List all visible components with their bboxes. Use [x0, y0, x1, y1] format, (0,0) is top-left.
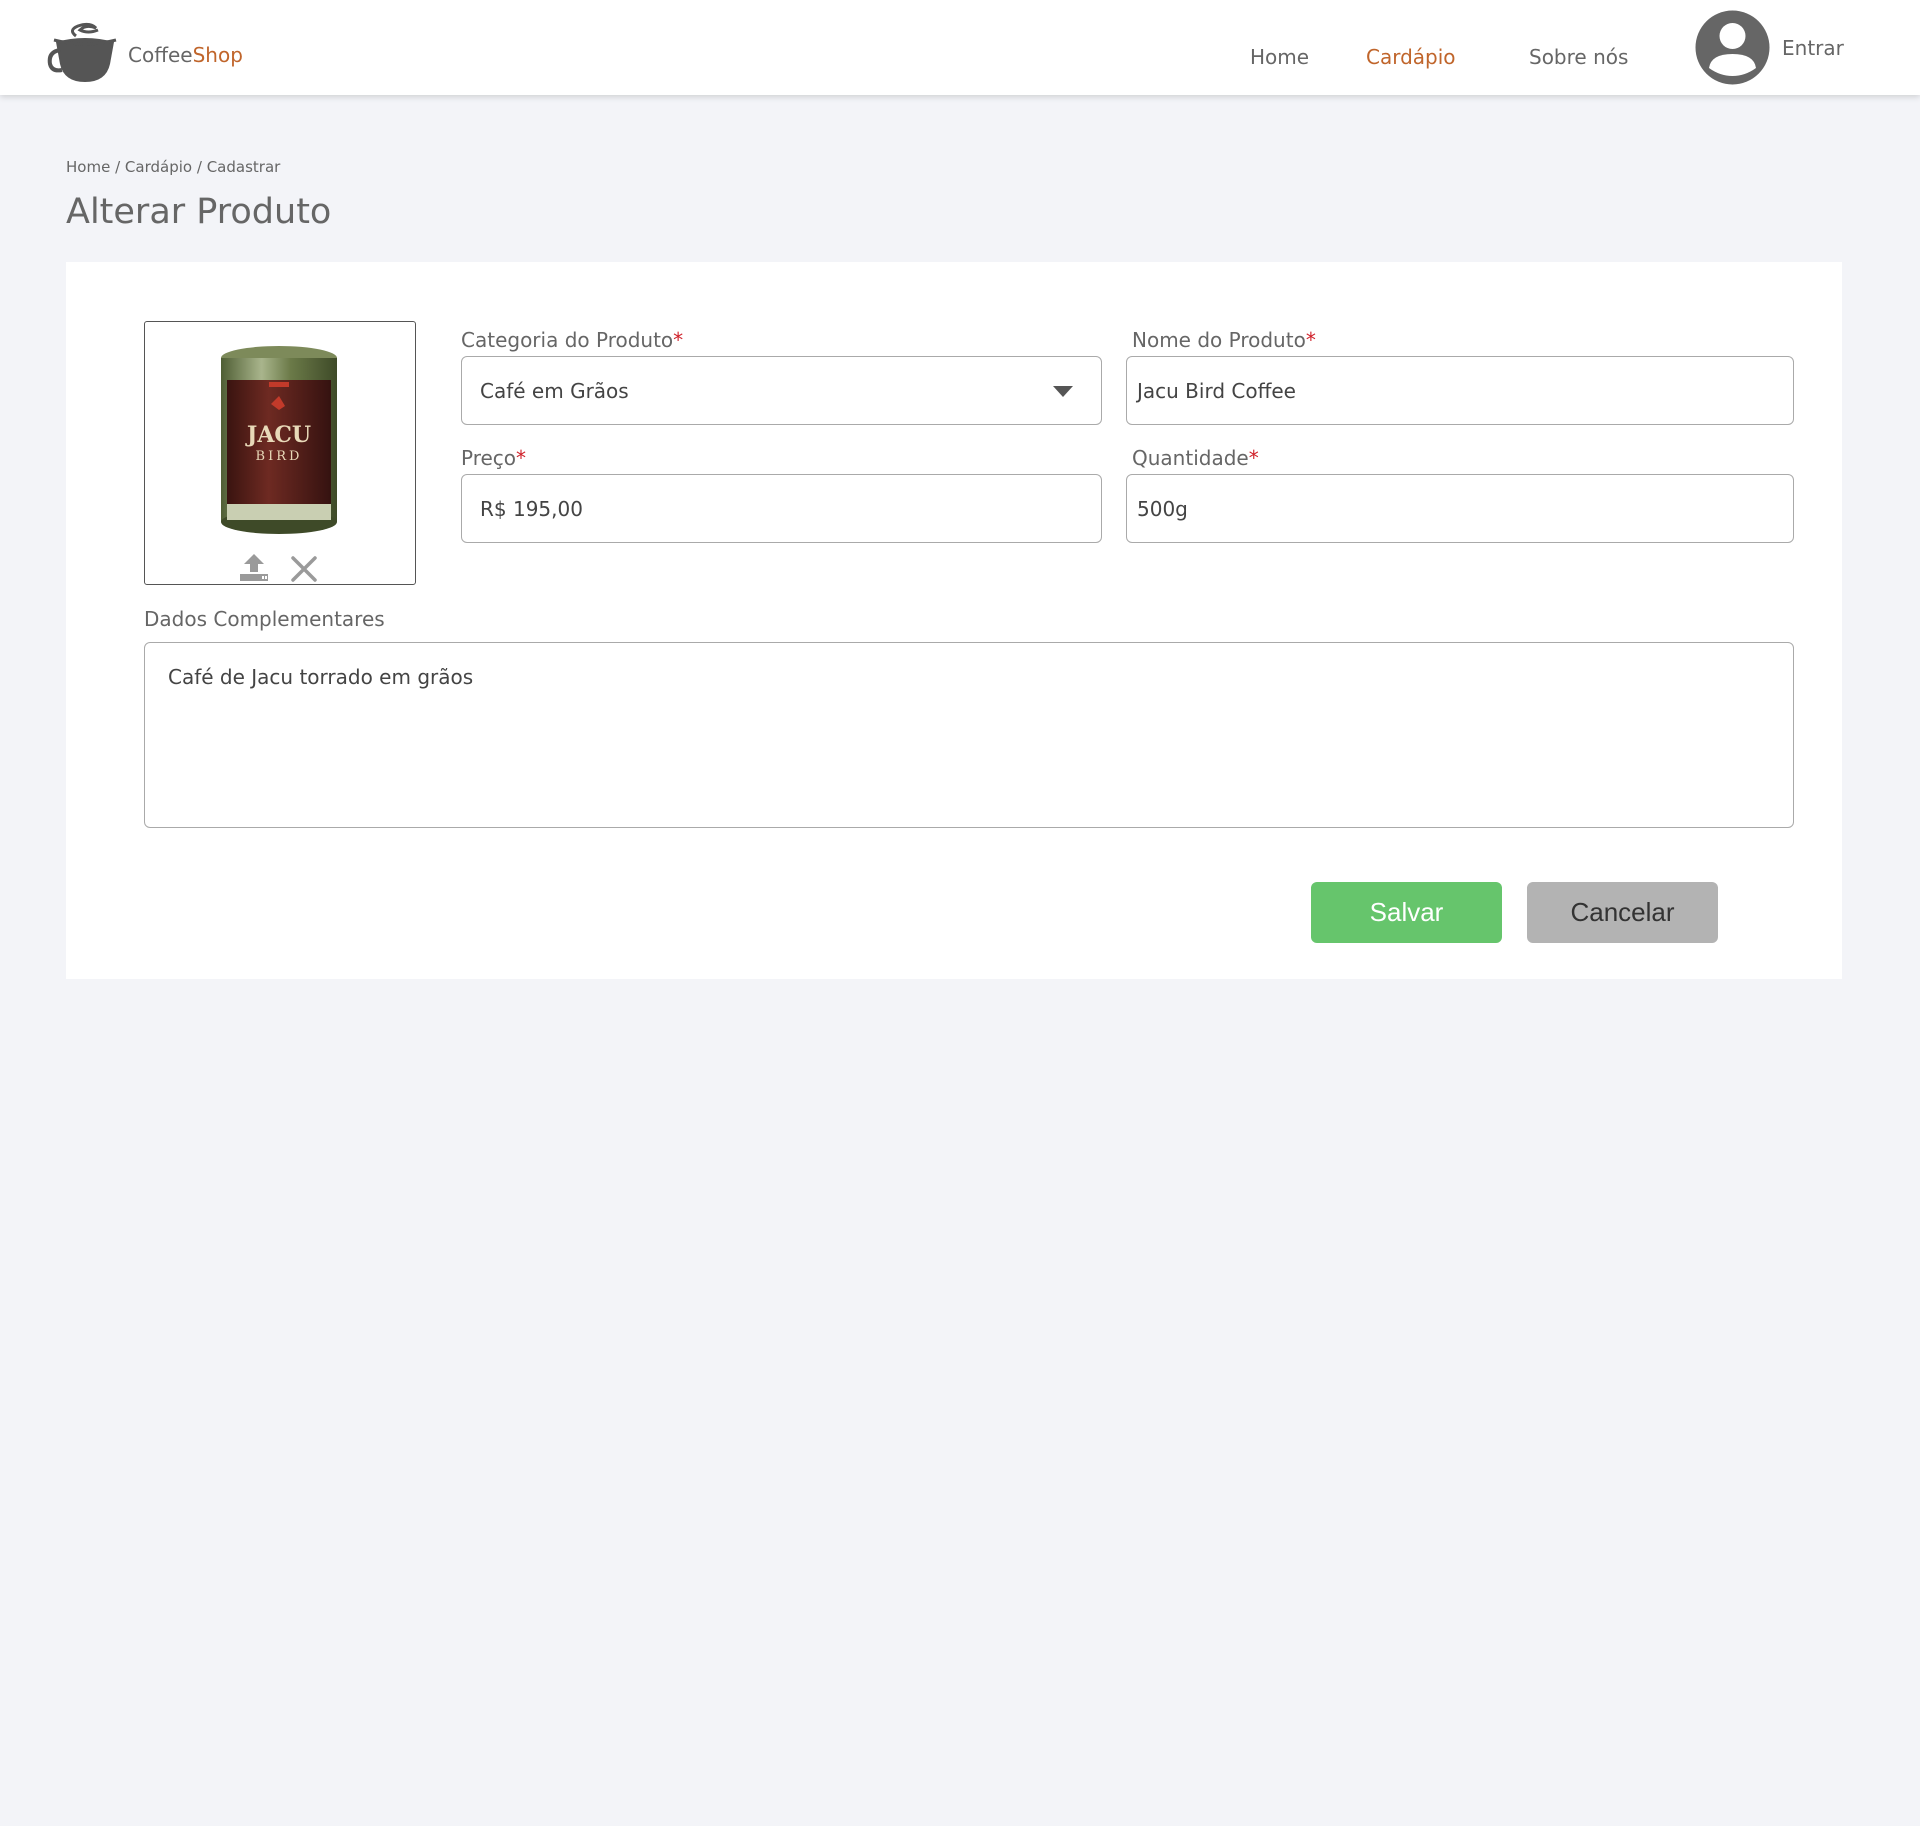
category-value: Café em Grãos [480, 378, 629, 403]
top-navbar: CoffeeShop Home Cardápio Sobre nós Entra… [0, 0, 1920, 95]
category-label: Categoria do Produto* [461, 328, 684, 352]
breadcrumb-cardapio[interactable]: Cardápio [125, 158, 192, 176]
breadcrumb-separator: / [115, 158, 121, 176]
price-value: R$ 195,00 [480, 496, 583, 521]
product-image: JACU BIRD [221, 346, 337, 534]
details-label: Dados Complementares [144, 607, 385, 631]
breadcrumb-current: Cadastrar [206, 158, 281, 176]
breadcrumb-separator: / [196, 158, 202, 176]
product-image-box[interactable]: JACU BIRD [144, 321, 416, 585]
nav-home[interactable]: Home [1250, 45, 1309, 69]
nav-sobre-nos[interactable]: Sobre nós [1529, 45, 1628, 69]
brand-logo[interactable]: CoffeeShop [46, 20, 243, 84]
category-select[interactable]: Café em Grãos [461, 356, 1102, 425]
price-input[interactable]: R$ 195,00 [461, 474, 1102, 543]
product-name-input[interactable]: Jacu Bird Coffee [1126, 356, 1794, 425]
chevron-down-icon [1053, 386, 1073, 397]
details-textarea[interactable]: Café de Jacu torrado em grãos [144, 642, 1794, 828]
nav-cardapio[interactable]: Cardápio [1366, 45, 1456, 69]
login-link[interactable]: Entrar [1782, 36, 1844, 60]
user-avatar-icon[interactable] [1695, 10, 1770, 85]
save-button[interactable]: Salvar [1311, 882, 1502, 943]
quantity-input[interactable]: 500g [1126, 474, 1794, 543]
price-label: Preço* [461, 446, 527, 470]
breadcrumb: Home / Cardápio / Cadastrar [66, 158, 280, 176]
upload-icon[interactable] [238, 552, 270, 582]
product-name-label: Nome do Produto* [1132, 328, 1316, 352]
svg-text:BIRD: BIRD [256, 449, 303, 464]
breadcrumb-home[interactable]: Home [66, 158, 110, 176]
coffee-cup-icon [47, 22, 117, 82]
details-value: Café de Jacu torrado em grãos [168, 665, 474, 689]
brand-name: CoffeeShop [128, 43, 243, 67]
product-form-card: JACU BIRD Categoria do Produto* Café em … [66, 262, 1842, 979]
svg-text:JACU: JACU [245, 422, 311, 448]
product-name-value: Jacu Bird Coffee [1137, 378, 1296, 403]
cancel-button[interactable]: Cancelar [1527, 882, 1718, 943]
quantity-label: Quantidade* [1132, 446, 1259, 470]
quantity-value: 500g [1137, 496, 1188, 521]
page-title: Alterar Produto [66, 192, 332, 232]
close-icon[interactable] [290, 555, 318, 583]
